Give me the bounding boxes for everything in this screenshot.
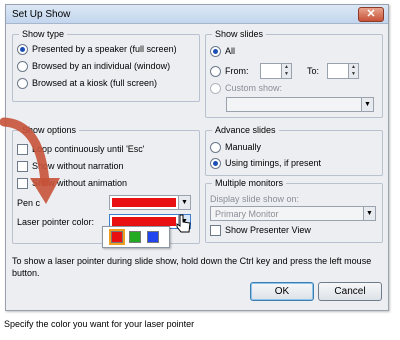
radio-button[interactable] (210, 66, 221, 78)
radio-manually[interactable]: Manually (210, 142, 261, 154)
color-option-blue[interactable] (147, 231, 159, 243)
radio-using-timings[interactable]: Using timings, if present (210, 158, 321, 170)
dialog-title: Set Up Show (12, 9, 71, 20)
display-monitor-value: Primary Monitor (215, 209, 279, 219)
radio-presented-by-speaker[interactable]: Presented by a speaker (full screen) (17, 44, 177, 56)
pen-color-dropdown[interactable]: ▼ (109, 195, 191, 210)
chevron-down-icon[interactable]: ▼ (361, 98, 373, 111)
radio-custom-show[interactable]: Custom show: (210, 83, 282, 95)
cancel-button[interactable]: Cancel (318, 282, 382, 301)
laser-color-swatch (112, 217, 176, 226)
show-type-label: Show type (19, 29, 68, 39)
radio-button-selected[interactable] (17, 44, 28, 56)
radio-button-selected[interactable] (210, 46, 221, 58)
close-button[interactable]: ✕ (358, 7, 384, 22)
checkbox[interactable] (210, 225, 221, 237)
hand-cursor-icon (176, 214, 191, 233)
radio-button[interactable] (210, 142, 221, 154)
display-monitor-dropdown[interactable]: Primary Monitor ▼ (210, 206, 376, 221)
checkbox-presenter-view[interactable]: Show Presenter View (210, 225, 311, 237)
show-type-group: Show type Presented by a speaker (full s… (12, 29, 200, 102)
spin-up-icon[interactable]: ▲ (281, 64, 291, 71)
radio-button[interactable] (17, 78, 28, 90)
custom-show-dropdown[interactable]: ▼ (226, 97, 374, 112)
color-option-red[interactable] (109, 229, 125, 245)
title-bar: Set Up Show ✕ (6, 5, 388, 24)
to-label: To: (307, 66, 320, 76)
display-on-label: Display slide show on: (210, 194, 300, 204)
chevron-down-icon[interactable]: ▼ (363, 207, 375, 220)
laser-color-popup (102, 226, 170, 248)
radio-browsed-at-kiosk[interactable]: Browsed at a kiosk (full screen) (17, 78, 157, 90)
show-slides-label: Show slides (212, 29, 267, 39)
status-caption: Specify the color you want for your lase… (4, 319, 195, 329)
spin-down-icon[interactable]: ▼ (348, 71, 358, 78)
chevron-down-icon[interactable]: ▼ (178, 196, 190, 209)
show-slides-group: Show slides All From: ▲ ▼ To: ▲ ▼ Custom… (205, 29, 383, 118)
ok-button[interactable]: OK (250, 282, 314, 301)
radio-browsed-by-individual[interactable]: Browsed by an individual (window) (17, 61, 170, 73)
radio-button-disabled[interactable] (210, 83, 221, 95)
color-option-green[interactable] (129, 231, 141, 243)
annotation-arrow-icon (0, 117, 60, 204)
radio-button-selected[interactable] (210, 158, 221, 170)
multiple-monitors-label: Multiple monitors (212, 178, 287, 188)
laser-pointer-color-label: Laser pointer color: (17, 217, 95, 227)
pen-color-swatch (112, 198, 176, 207)
advance-slides-group: Advance slides Manually Using timings, i… (205, 125, 383, 176)
to-slide-spinner[interactable]: ▲ ▼ (327, 63, 359, 79)
from-slide-spinner[interactable]: ▲ ▼ (260, 63, 292, 79)
laser-pointer-hint: To show a laser pointer during slide sho… (12, 256, 372, 278)
radio-button[interactable] (17, 61, 28, 73)
advance-slides-label: Advance slides (212, 125, 279, 135)
multiple-monitors-group: Multiple monitors Display slide show on:… (205, 178, 383, 243)
spin-down-icon[interactable]: ▼ (281, 71, 291, 78)
radio-all-slides[interactable]: All (210, 46, 235, 58)
spin-up-icon[interactable]: ▲ (348, 64, 358, 71)
radio-from-slides[interactable]: From: (210, 66, 249, 78)
